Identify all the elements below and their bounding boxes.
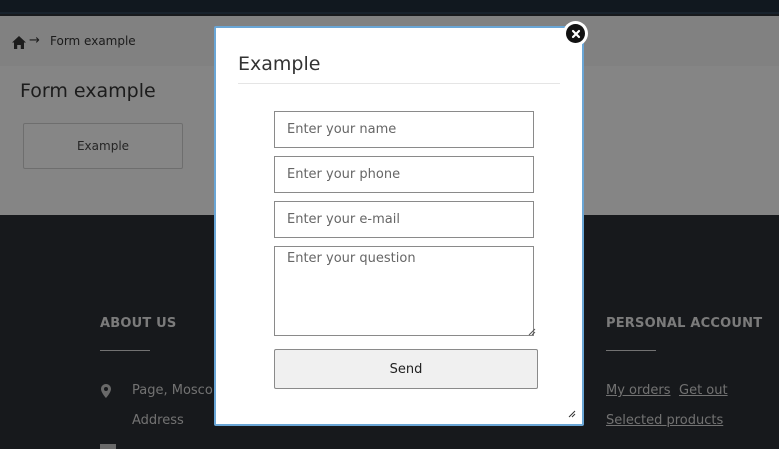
close-button[interactable] xyxy=(563,21,588,46)
modal-divider xyxy=(238,83,560,84)
example-modal: Example Send xyxy=(214,26,584,426)
name-input[interactable] xyxy=(274,111,534,148)
resize-grip-icon[interactable] xyxy=(528,328,536,336)
modal-resize-grip-icon[interactable] xyxy=(568,410,576,418)
question-textarea[interactable] xyxy=(274,246,534,336)
modal-title: Example xyxy=(238,53,321,75)
close-icon xyxy=(566,24,585,43)
send-button[interactable]: Send xyxy=(274,349,538,389)
email-input[interactable] xyxy=(274,201,534,238)
phone-input[interactable] xyxy=(274,156,534,193)
